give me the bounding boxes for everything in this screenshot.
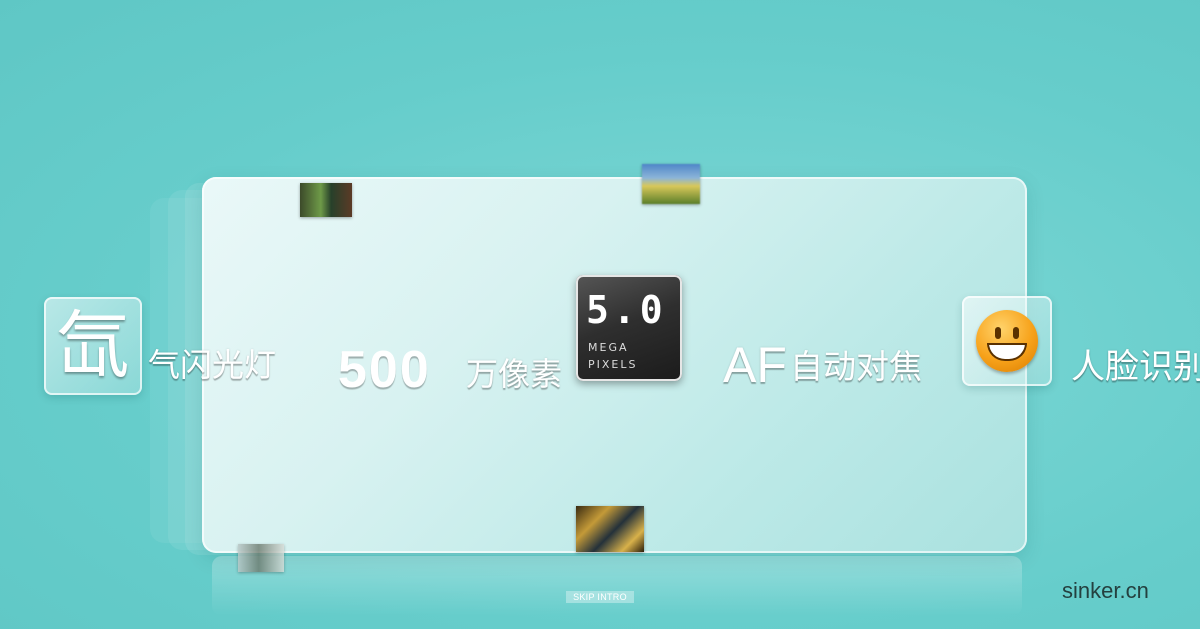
pixels-number: 500	[338, 341, 431, 399]
mega-badge-number: 5.0	[586, 288, 667, 332]
mega-pixels-badge: 5.0 MEGA PIXELS	[576, 275, 682, 381]
photo-thumbnail	[576, 506, 644, 552]
card-reflection	[212, 556, 1022, 616]
smiley-mouth	[987, 343, 1027, 361]
smiley-face-icon	[976, 310, 1038, 372]
photo-thumbnail	[642, 164, 700, 204]
face-detection-feature-label: 人脸识别	[1071, 348, 1200, 386]
xenon-flash-icon: 氙	[44, 297, 142, 395]
photo-thumbnail	[300, 183, 352, 217]
mega-badge-line1: MEGA	[588, 341, 629, 354]
skip-intro-button[interactable]: SKIP INTRO	[566, 591, 634, 603]
site-watermark: sinker.cn	[1062, 578, 1149, 603]
mega-badge-line2: PIXELS	[588, 358, 638, 371]
autofocus-feature-label: 自动对焦	[790, 348, 922, 385]
photo-thumbnail	[238, 544, 284, 572]
af-label: AF	[723, 337, 787, 393]
smiley-eye	[1013, 327, 1019, 339]
flash-glyph: 氙	[56, 303, 130, 389]
flash-feature-label: 气闪光灯	[148, 347, 277, 383]
intro-stage: 氙 气闪光灯 500 万像素 5.0 MEGA PIXELS AF 自动对焦 人…	[0, 0, 1200, 629]
face-detection-icon-box	[962, 296, 1052, 386]
pixels-feature-label: 万像素	[466, 356, 563, 392]
smiley-eye	[995, 327, 1001, 339]
